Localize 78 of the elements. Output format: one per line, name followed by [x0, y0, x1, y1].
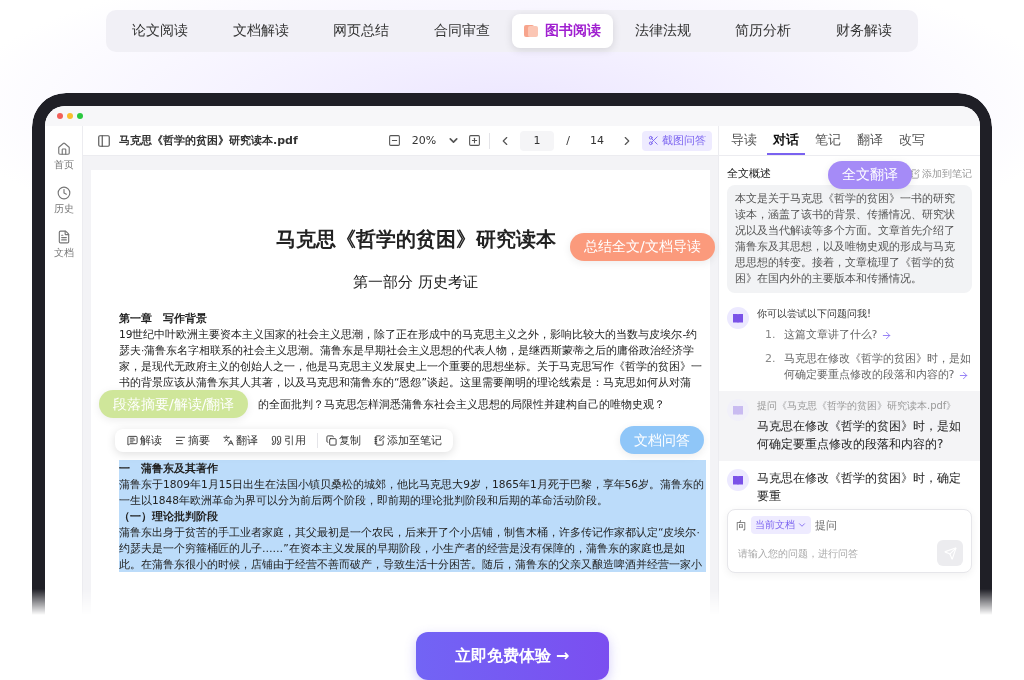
panel-tab[interactable]: 导读: [725, 126, 763, 155]
summary-text: 本文是关于马克思《哲学的贫困》一书的研究读本，涵盖了该书的背景、传播情况、研究状况以及当代解读等多个方面。文章首先介绍了蒲鲁东及其思想，以及唯物史观的形成与马克思思想的转变。接着，文章梳理了《哲学的贫困》在国内外的主要版本和传播情况。: [727, 185, 972, 293]
selection-action-button[interactable]: 复制: [317, 432, 366, 448]
panel-tab[interactable]: 改写: [893, 126, 931, 155]
suggested-question[interactable]: 2. 马克思在修改《哲学的贫困》时，是如何确定要重点修改的段落和内容的?: [757, 349, 972, 385]
sidebar-item[interactable]: 历史: [53, 186, 74, 216]
summary-icon: [175, 434, 186, 446]
category-tab[interactable]: 论文阅读: [110, 14, 211, 48]
category-tab[interactable]: 财务解读: [813, 14, 914, 48]
section-heading: （一）理论批判阶段: [119, 508, 706, 524]
category-tab[interactable]: 法律法规: [612, 14, 713, 48]
selection-action-button[interactable]: 翻译: [217, 432, 263, 448]
sidebar-item[interactable]: 文档: [53, 230, 74, 260]
close-dot[interactable]: [57, 113, 63, 119]
explain-icon: [127, 434, 138, 446]
zoom-level: 20%: [410, 134, 438, 147]
minimize-dot[interactable]: [67, 113, 73, 119]
feature-callout: 段落摘要/解读/翻译: [99, 390, 249, 418]
minus-icon: [388, 134, 401, 147]
copy-icon: [326, 434, 337, 446]
screenshot-qa-button[interactable]: 截图问答: [642, 130, 712, 151]
note-icon: [910, 168, 920, 179]
section-heading: 第一章 写作背景: [119, 311, 208, 326]
feature-callout: 文档问答: [620, 426, 704, 454]
question-source: 提问《马克思《哲学的贫困》研究读本.pdf》: [757, 399, 958, 413]
section-heading: 一 蒲鲁东及其著作: [119, 460, 706, 476]
selection-action-button[interactable]: 添加至笔记: [368, 432, 447, 448]
sidebar-toggle-button[interactable]: [97, 133, 111, 148]
clock-icon: [56, 186, 71, 200]
zoom-in-button[interactable]: [468, 134, 481, 147]
note-icon: [374, 434, 385, 446]
page-separator: /: [565, 134, 571, 147]
translate-icon: [223, 434, 234, 446]
zoom-out-button[interactable]: [388, 134, 401, 147]
file-name: 马克思《哲学的贫困》研究读本.pdf: [119, 133, 299, 148]
home-icon: [56, 142, 71, 156]
paragraph-text: 19世纪中叶欧洲主要资本主义国家的社会主义思潮，除了正在形成中的马克思主义之外，影响比较大的当数与皮埃尔-约瑟夫·蒲鲁东名字相联系的社会主义思潮。蒲鲁东是早期社会主义思想的代表人物，是继西斯蒙蒂之后的庸俗政治经济学家，是现代无政府主义的创始人之一，他是马克思主义发展史上一个重要的思想坐标。关于马克思写作《哲学的贫困》一书的背景应该从蒲鲁东其人其著，以及马克思和蒲鲁东的“恩怨”谈起。这里需要阐明的理论线索是：马克思如何从对蒲: [119, 327, 703, 390]
paragraph-text: 蒲鲁东出身于贫苦的手工业者家庭，其父最初是一个农民，后来开了个小店铺，制售木桶，许多传记作家都认定“皮埃尔·约瑟夫是一个穷箍桶匠的儿子……”在资本主义发展的早期阶段，小生产者的经营是没有保障的，蒲鲁东的家庭也是如此。在蒲鲁东很小的时候，店铺由于经营不善而破产，导致生活十分困苦。随后，蒲鲁东的父亲又酿造啤酒并经营一家小: [119, 524, 706, 572]
sidebar-item[interactable]: 首页: [53, 142, 74, 172]
suggested-question[interactable]: 1. 这篇文章讲了什么?: [757, 325, 972, 345]
panel-toggle-icon: [97, 133, 111, 148]
panel-tab[interactable]: 翻译: [851, 126, 889, 155]
free-trial-button[interactable]: 立即免费体验 →: [415, 632, 609, 680]
category-tab[interactable]: 图书阅读: [512, 14, 613, 48]
document-icon: [56, 230, 71, 244]
paragraph-text: 蒲鲁东于1809年1月15日出生在法国小镇贝桑松的城郊，他比马克思大9岁，1865年1月死于巴黎，享年56岁。蒲鲁东的一生以1848年欧洲革命为界可以分为前后两个阶段，即前期的理论批判阶段和后期的革命活动阶段。: [119, 476, 706, 508]
category-tab[interactable]: 网页总结: [311, 14, 412, 48]
plus-icon: [468, 134, 481, 147]
summary-label: 全文概述: [727, 166, 771, 181]
selection-action-button[interactable]: 摘要: [169, 432, 215, 448]
chevron-down-icon: [797, 520, 807, 530]
page-total: 14: [589, 134, 605, 147]
question-text: 马克思在修改《哲学的贫困》时，是如何确定要重点修改的段落和内容的?: [757, 418, 962, 453]
document-subtitle: 第一部分 历史考证: [353, 273, 478, 292]
answer-text: 马克思在修改《哲学的贫困》时，确定要重: [757, 470, 962, 505]
arrow-right-icon: [880, 329, 892, 341]
feature-callout: 总结全文/文档导读: [570, 233, 715, 261]
selection-action-button[interactable]: 解读: [121, 432, 167, 448]
scope-dropdown[interactable]: 当前文档: [751, 516, 811, 534]
feature-callout: 全文翻译: [828, 161, 912, 189]
document-title: 马克思《哲学的贫困》研究读本: [275, 226, 556, 253]
page-number-field[interactable]: 1: [520, 130, 554, 151]
panel-tab[interactable]: 笔记: [809, 126, 847, 155]
scissors-icon: [648, 135, 659, 146]
book-icon: [523, 23, 540, 39]
category-tab[interactable]: 文档解读: [210, 14, 311, 48]
maximize-dot[interactable]: [77, 113, 83, 119]
paragraph-text: 的全面批判？马克思怎样洞悉蒲鲁东社会主义思想的局限性并建构自己的唯物史观？: [258, 397, 666, 412]
arrow-right-icon: [957, 369, 969, 381]
selection-action-button[interactable]: 引用: [265, 432, 311, 448]
scope-suffix: 提问: [815, 517, 837, 533]
quote-icon: [271, 434, 282, 446]
scope-prefix: 向: [736, 517, 747, 533]
question-input-field[interactable]: 请输入您的问题，进行问答: [736, 546, 931, 560]
suggestion-intro: 你可以尝试以下问题问我!: [757, 307, 872, 321]
category-tab[interactable]: 合同审查: [411, 14, 512, 48]
panel-tab[interactable]: 对话: [767, 126, 805, 155]
category-tab[interactable]: 简历分析: [713, 14, 814, 48]
